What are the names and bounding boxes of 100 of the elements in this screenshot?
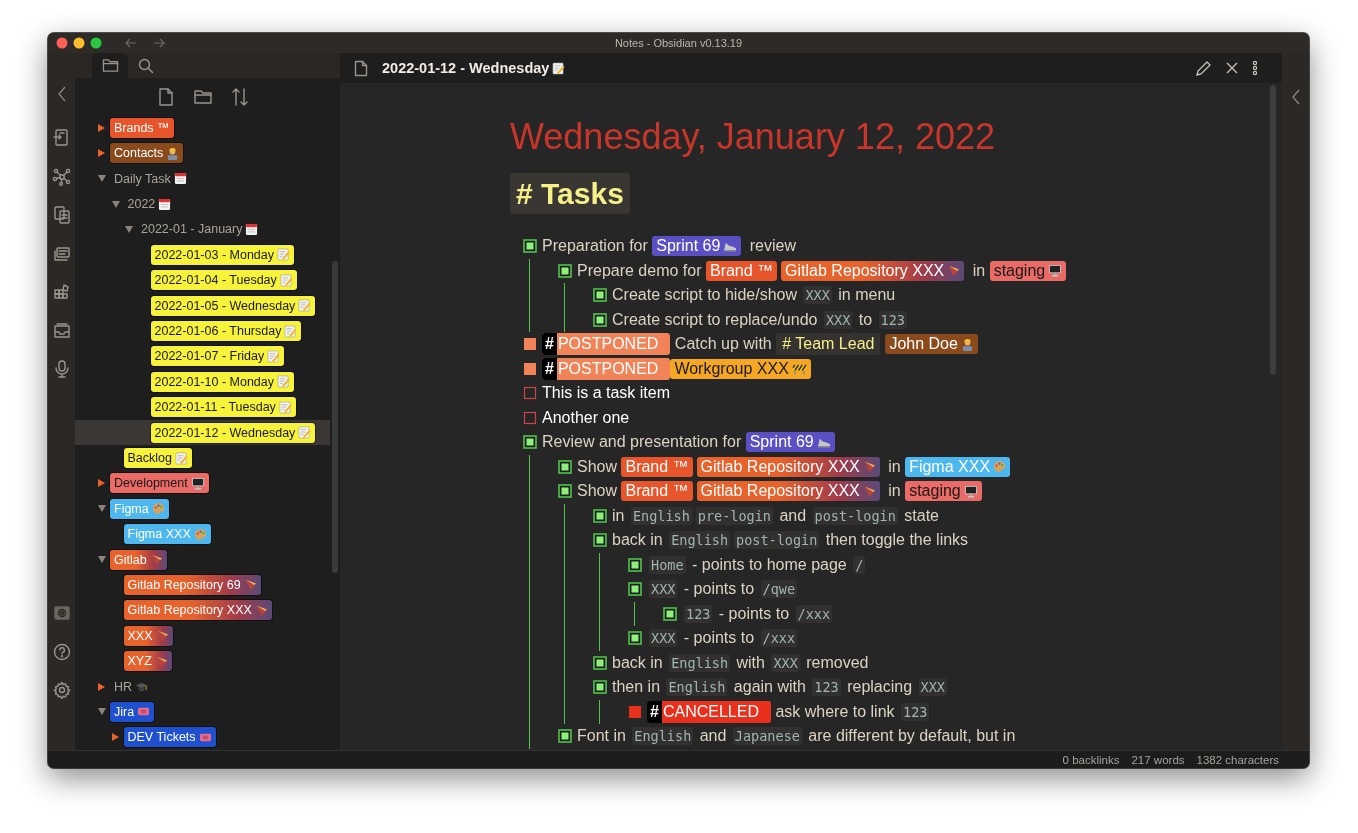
minimize-window-icon[interactable] <box>73 37 85 49</box>
sort-icon[interactable] <box>230 86 249 107</box>
tree-label: Figma <box>110 498 169 519</box>
tree-row[interactable]: XXX <box>75 623 330 649</box>
note-link[interactable]: Gitlab Repository XXX <box>781 260 965 281</box>
tree-row[interactable]: Gitlab <box>75 546 330 573</box>
tree-row[interactable]: Backlog <box>75 445 330 471</box>
task-checkbox[interactable] <box>558 729 572 744</box>
note-link[interactable]: Sprint 69 <box>652 236 742 257</box>
tree-row[interactable]: DEV Tickets <box>75 724 330 750</box>
tree-row[interactable]: 2022-01-05 - Wednesday <box>75 292 330 319</box>
forward-arrow-icon[interactable] <box>152 37 166 49</box>
caret-down-icon[interactable] <box>125 226 133 233</box>
tree-row[interactable]: 2022 <box>75 191 330 217</box>
task-checkbox[interactable] <box>558 263 572 278</box>
vault-icon[interactable] <box>51 603 72 623</box>
note-link[interactable]: Workgroup XXX <box>670 358 811 379</box>
blocks-icon[interactable] <box>51 282 72 302</box>
tree-row[interactable]: Development <box>75 470 330 497</box>
note-link[interactable]: Brand ™ <box>621 456 693 477</box>
tree-row[interactable]: Contacts <box>75 140 330 166</box>
note-link[interactable]: Brand ™ <box>705 260 778 281</box>
task-checkbox[interactable] <box>593 655 607 670</box>
tree-row[interactable]: 2022-01-07 - Friday <box>75 343 330 370</box>
tree-row[interactable]: 2022-01-12 - Wednesday <box>75 419 330 446</box>
tree-row[interactable]: Gitlab Repository XXX <box>75 597 330 624</box>
caret-down-icon[interactable] <box>98 556 106 564</box>
tree-label: 2022-01-03 - Monday <box>150 244 295 265</box>
maximize-window-icon[interactable] <box>90 37 102 49</box>
help-icon[interactable] <box>51 641 72 662</box>
tree-row[interactable]: 2022-01-03 - Monday <box>75 242 330 268</box>
cone-icon <box>155 629 169 643</box>
task-checkbox[interactable] <box>523 435 537 450</box>
task-checkbox[interactable] <box>593 533 607 548</box>
scrollbar-thumb[interactable] <box>332 261 338 573</box>
caret-down-icon[interactable] <box>98 708 106 716</box>
task-checkbox[interactable] <box>628 704 642 719</box>
graph-icon[interactable] <box>51 166 72 187</box>
calendar-icon <box>173 172 187 186</box>
task-checkbox[interactable] <box>593 312 607 327</box>
caret-right-icon[interactable] <box>98 123 105 132</box>
new-folder-icon[interactable] <box>192 87 213 106</box>
note-link[interactable]: Gitlab Repository XXX <box>696 456 880 477</box>
copy-pages-icon[interactable] <box>51 205 72 225</box>
status-tag[interactable]: # POSTPONED <box>542 333 671 356</box>
tree-row[interactable]: 2022-01-10 - Monday <box>75 369 330 395</box>
edit-pencil-icon[interactable] <box>1195 59 1212 77</box>
status-tag[interactable]: # POSTPONED <box>542 357 671 380</box>
task-checkbox[interactable] <box>628 582 642 597</box>
tree-row[interactable]: 2022-01-06 - Thursday <box>75 318 330 344</box>
task-checkbox[interactable] <box>628 557 642 572</box>
new-note-icon[interactable] <box>156 86 175 107</box>
task-checkbox[interactable] <box>523 337 537 352</box>
tree-row[interactable]: 2022-01-11 - Tuesday <box>75 394 330 420</box>
tree-row[interactable]: Daily Task <box>75 166 330 192</box>
tree-row[interactable]: 2022-01 - January <box>75 216 330 243</box>
caret-right-icon[interactable] <box>98 479 105 488</box>
note-link[interactable]: Brand ™ <box>621 481 693 502</box>
task-checkbox[interactable] <box>558 459 572 474</box>
caret-down-icon[interactable] <box>98 505 106 513</box>
tree-row[interactable]: Brands ™ <box>75 115 330 141</box>
inbox-icon[interactable] <box>51 320 72 341</box>
back-arrow-icon[interactable] <box>124 37 138 49</box>
monitor-icon <box>1048 264 1063 278</box>
caret-right-icon[interactable] <box>98 149 105 158</box>
status-tag[interactable]: # CANCELLED <box>647 700 771 723</box>
caret-down-icon[interactable] <box>98 175 106 183</box>
task-checkbox[interactable] <box>593 680 607 695</box>
note-link[interactable]: staging <box>905 481 982 502</box>
task-checkbox[interactable] <box>523 239 537 254</box>
caret-down-icon[interactable] <box>111 200 120 208</box>
note-link[interactable]: John Doe <box>885 334 978 355</box>
caret-right-icon[interactable] <box>111 733 119 742</box>
task-checkbox[interactable] <box>558 484 572 499</box>
folder-icon[interactable] <box>101 58 119 73</box>
tree-row[interactable]: Jira <box>75 699 330 725</box>
settings-icon[interactable] <box>51 680 72 700</box>
task-checkbox[interactable] <box>523 410 537 425</box>
close-icon[interactable] <box>1225 61 1239 75</box>
tree-row[interactable]: XYZ <box>75 648 330 674</box>
caret-right-icon[interactable] <box>98 682 105 691</box>
task-checkbox[interactable] <box>593 508 607 523</box>
hashtag[interactable]: # Team Lead <box>776 333 881 356</box>
task-checkbox[interactable] <box>523 361 537 376</box>
note-link[interactable]: staging <box>989 260 1067 281</box>
task-checkbox[interactable] <box>663 606 677 621</box>
memo-icon <box>298 299 312 313</box>
close-window-icon[interactable] <box>56 37 68 49</box>
tree-row[interactable]: HR <box>75 673 330 700</box>
task-checkbox[interactable] <box>523 386 537 401</box>
task-checkbox[interactable] <box>628 631 642 646</box>
tree-row[interactable]: 2022-01-04 - Tuesday <box>75 267 330 293</box>
expand-chevron-icon[interactable] <box>1290 89 1301 105</box>
task-text: Show Brand ™ Gitlab Repository XXX in staging <box>577 481 986 502</box>
note-link[interactable]: Gitlab Repository XXX <box>696 481 880 502</box>
more-options-icon[interactable] <box>1252 60 1258 76</box>
task-checkbox[interactable] <box>593 288 607 303</box>
note-link[interactable]: Sprint 69 <box>745 432 835 453</box>
search-icon[interactable] <box>138 57 154 74</box>
tree-row[interactable]: Gitlab Repository 69 <box>75 572 330 598</box>
